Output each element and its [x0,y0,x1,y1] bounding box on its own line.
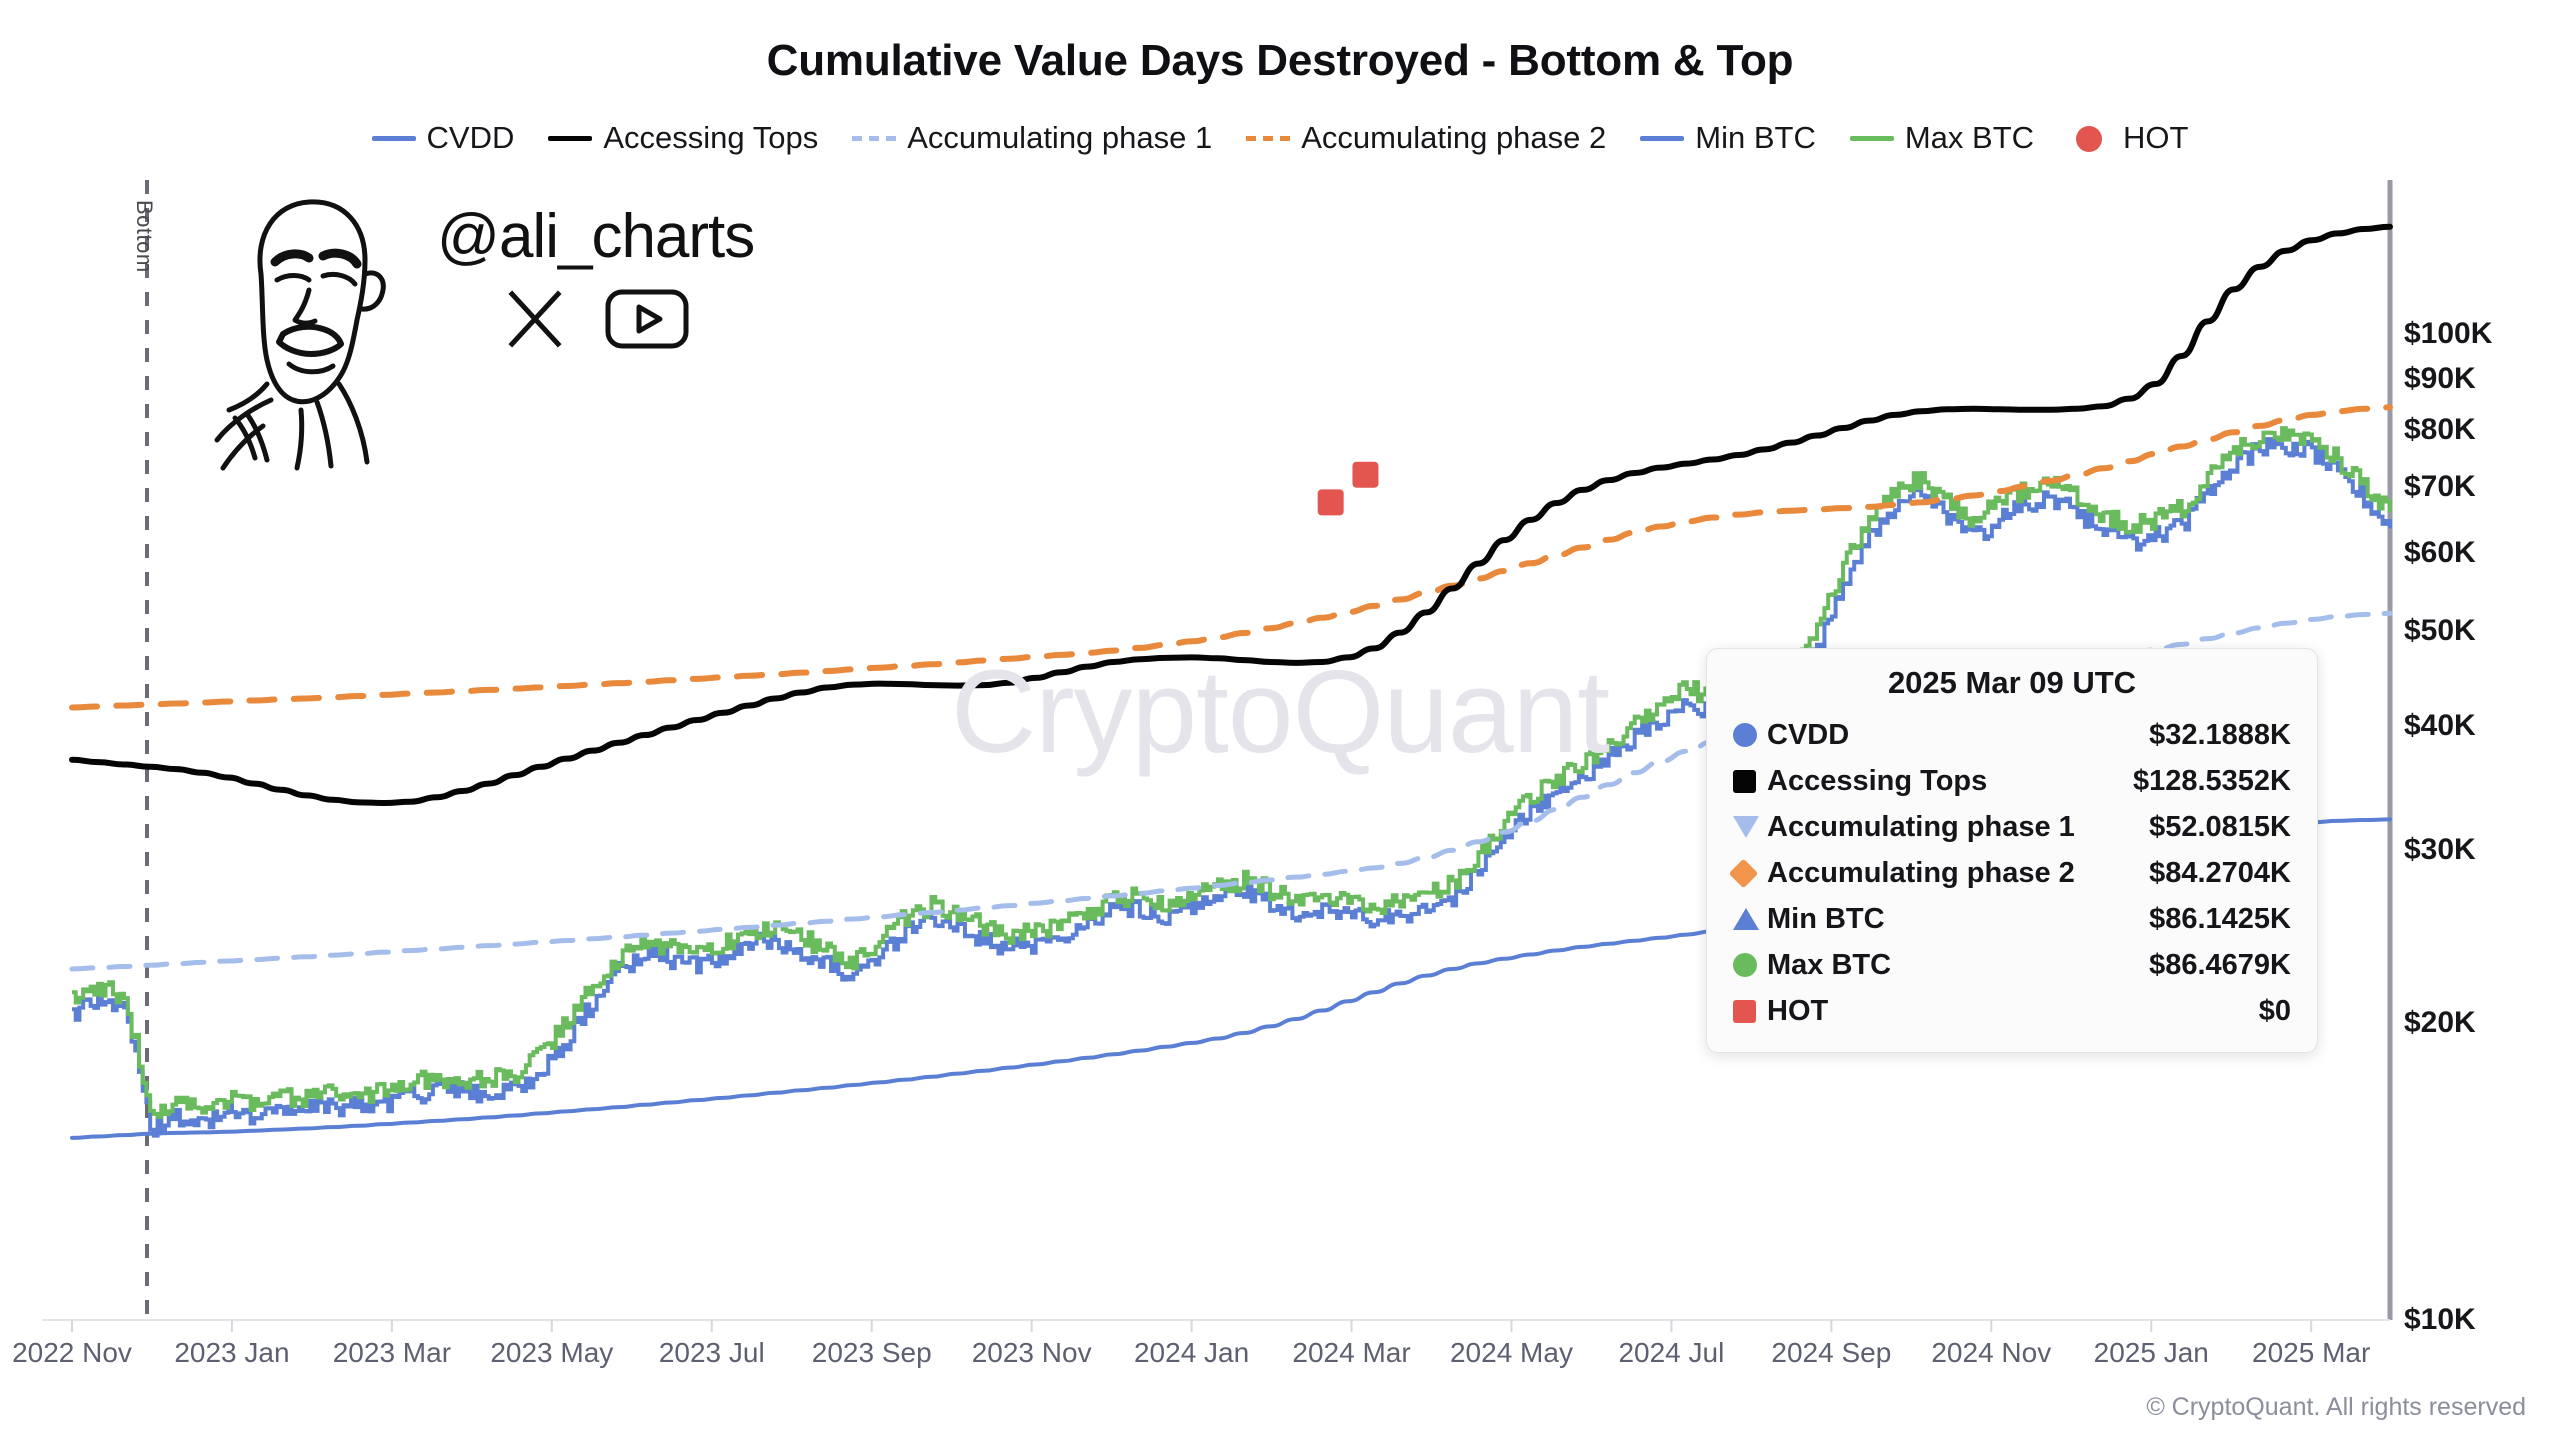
tooltip-row: Min BTC $86.1425K [1733,896,2291,942]
tooltip-series-value: $86.4679K [2149,948,2291,981]
tooltip-row: HOT $0 [1733,988,2291,1034]
tooltip-marker-circle-icon [1733,953,1767,977]
y-axis-tick-label: $70K [2404,469,2476,503]
tooltip-row: Accumulating phase 1 $52.0815K [1733,804,2291,850]
y-axis-tick-label: $80K [2404,412,2476,446]
copyright-footer: © CryptoQuant. All rights reserved [2146,1393,2526,1421]
x-axis-tick-label: 2025 Mar [2252,1337,2371,1368]
tooltip-rows: CVDD $32.1888K Accessing Tops $128.5352K Acc… [1728,712,2291,1034]
y-axis-tick-label: $20K [2404,1006,2476,1040]
line-art-face-icon [214,199,386,471]
bottom-annotation-label: Bottom [132,200,157,273]
x-axis-tick-label: 2024 Jan [1133,1337,1250,1368]
tooltip-row: Accessing Tops $128.5352K [1733,758,2291,804]
youtube-icon [605,289,689,349]
tooltip-row: Max BTC $86.4679K [1733,942,2291,988]
x-axis-tick-label: 2024 Jul [1618,1337,1725,1368]
x-axis-tick-label: 2024 Sep [1771,1337,1892,1368]
tooltip-series-name: Accumulating phase 2 [1767,856,2075,889]
x-axis-tick-label: 2023 Mar [332,1337,452,1368]
x-axis-tick-label: 2022 Nov [12,1337,132,1368]
tooltip-series-value: $86.1425K [2149,902,2291,935]
hot-marker [1317,489,1344,516]
y-axis-tick-label: $10K [2404,1303,2476,1336]
tooltip-series-value: $0 [2258,994,2291,1027]
tooltip-row: CVDD $32.1888K [1733,712,2291,758]
x-axis-tick-label: 2025 Jan [2093,1337,2209,1368]
ali-charts-branding: @ali_charts [205,178,755,478]
tooltip-row: Accumulating phase 2 $84.2704K [1728,850,2291,896]
hot-marker [1352,461,1379,488]
tooltip-series-name: Accessing Tops [1767,764,1988,797]
tooltip-series-value: $84.2704K [2149,856,2291,889]
y-axis-tick-label: $30K [2404,832,2476,866]
chart-tooltip: 2025 Mar 09 UTC CVDD $32.1888K Accessing T… [1706,648,2318,1053]
tooltip-marker-square-icon [1733,769,1767,793]
tooltip-series-name: CVDD [1767,718,1850,751]
tooltip-series-value: $32.1888K [2149,718,2291,751]
tooltip-marker-tri-down-icon [1733,816,1767,838]
ali-charts-handle: @ali_charts [437,202,755,271]
x-axis-tick-label: 2023 Nov [971,1337,1092,1368]
y-axis-tick-label: $50K [2404,613,2476,647]
x-axis-tick-label: 2023 Jan [174,1337,290,1368]
tooltip-date: 2025 Mar 09 UTC [1887,665,2137,700]
x-axis-tick-label: 2024 Nov [1931,1337,2052,1368]
tooltip-marker-circle-icon [1733,723,1767,747]
tooltip-series-value: $52.0815K [2149,810,2291,843]
y-axis-tick-label: $100K [2404,317,2493,351]
chart-page: Cumulative Value Days Destroyed - Bottom… [0,0,2560,1440]
tooltip-series-value: $128.5352K [2132,764,2291,797]
x-axis-tick-label: 2023 May [490,1337,614,1368]
tooltip-series-name: Max BTC [1767,948,1892,981]
y-axis-tick-label: $90K [2404,362,2476,396]
y-axis-tick-label: $40K [2404,709,2476,743]
x-axis-tick-label: 2024 May [1449,1337,1573,1368]
y-axis-tick-label: $60K [2404,535,2476,569]
tooltip-marker-tri-up-icon [1733,908,1767,930]
tooltip-series-name: HOT [1767,994,1829,1027]
x-axis-tick-label: 2024 Mar [1292,1337,1411,1368]
x-axis-tick-label: 2023 Sep [811,1337,932,1368]
x-logo-icon [508,290,562,348]
tooltip-series-name: Accumulating phase 1 [1767,810,2075,843]
tooltip-marker-square-icon [1733,999,1767,1023]
tooltip-series-name: Min BTC [1767,902,1885,935]
x-axis-tick-label: 2023 Jul [658,1337,765,1368]
tooltip-marker-diamond-icon [1728,858,1767,888]
